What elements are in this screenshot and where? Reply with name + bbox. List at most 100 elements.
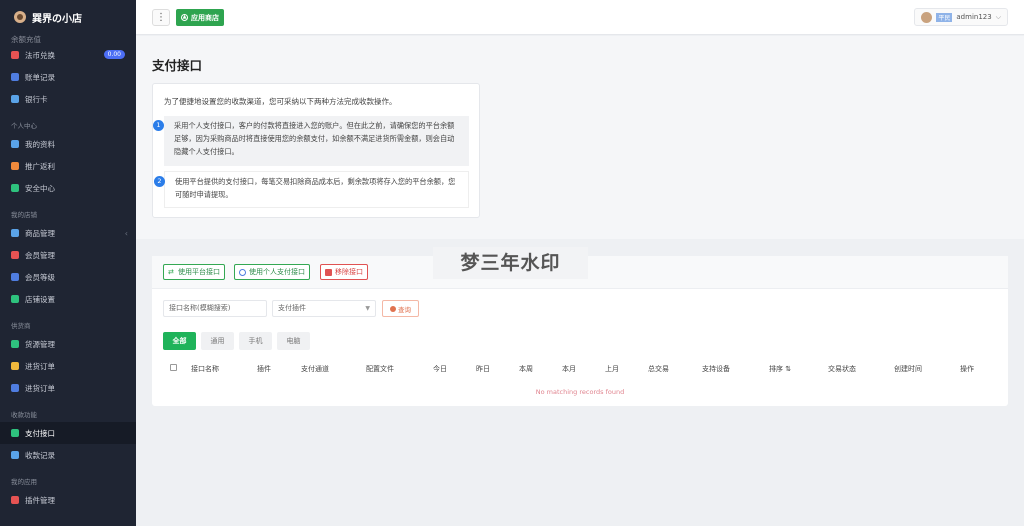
nav-icon: [11, 451, 19, 459]
col-sort[interactable]: 排序 ⇅: [769, 364, 791, 374]
nav-icon: [11, 229, 19, 237]
chevron-left-icon: ‹: [124, 228, 128, 238]
remove-button[interactable]: 移除接口: [320, 264, 368, 280]
sidebar-item-label: 插件管理: [25, 495, 55, 505]
col-name[interactable]: 接口名称: [191, 364, 219, 374]
use-platform-button[interactable]: ⇄ 使用平台接口: [163, 264, 225, 280]
col-plugin[interactable]: 插件: [257, 364, 271, 374]
table-header: 接口名称 插件 支付通道 配置文件 今日 昨日 本周 本月 上月 总交易 支持设…: [152, 359, 1008, 377]
sidebar-section-title: 我的应用: [11, 478, 37, 486]
switch-icon: ⇄: [168, 267, 174, 276]
store-icon: ▲: [181, 14, 188, 21]
col-actions[interactable]: 操作: [960, 364, 974, 374]
watermark: 梦三年水印: [433, 247, 588, 279]
chevron-down-icon: ▼: [365, 305, 370, 312]
nav-icon: [11, 162, 19, 170]
sidebar: 巽界の小店 余额充值 法币兑换 0.00 账单记录 银行卡 个人中心 我的资料 推广返利 安全中…: [0, 0, 136, 526]
tab-desktop[interactable]: 电脑: [277, 332, 310, 350]
sidebar-item-top-1[interactable]: 账单记录: [0, 66, 136, 88]
sidebar-item-label: 银行卡: [25, 94, 48, 104]
tab-all[interactable]: 全部: [163, 332, 196, 350]
sidebar-item-partial[interactable]: 余额充值: [0, 34, 136, 44]
nav-icon: [11, 429, 19, 437]
col-today[interactable]: 今日: [433, 364, 447, 374]
col-created[interactable]: 创建时间: [894, 364, 922, 374]
sidebar-item-label: 我的资料: [25, 139, 55, 149]
sidebar-item-top-0[interactable]: 法币兑换 0.00: [0, 44, 136, 66]
sidebar-item-label: 推广返利: [25, 161, 55, 171]
sidebar-item-label: 余额充值: [11, 34, 41, 44]
sidebar-item-4-0[interactable]: 插件管理: [0, 489, 136, 511]
sidebar-item-label: 商品管理: [25, 228, 55, 238]
col-yesterday[interactable]: 昨日: [476, 364, 490, 374]
sidebar-item-top-2[interactable]: 银行卡: [0, 88, 136, 110]
step-platform: 2 使用平台提供的支付接口，每笔交易扣除商品成本后，剩余款项将存入您的平台余额，…: [154, 171, 469, 208]
nav-icon: [11, 140, 19, 148]
sidebar-item-label: 会员等级: [25, 272, 55, 282]
nav-icon: [11, 95, 19, 103]
app-store-button[interactable]: ▲ 应用商店: [176, 9, 224, 26]
empty-state: No matching records found: [535, 388, 625, 396]
search-input[interactable]: 接口名称(模糊搜索): [163, 300, 267, 317]
sidebar-item-0-2[interactable]: 安全中心: [0, 177, 136, 199]
brand[interactable]: 巽界の小店: [0, 0, 136, 34]
col-week[interactable]: 本周: [519, 364, 533, 374]
sidebar-item-1-2[interactable]: 会员等级: [0, 266, 136, 288]
select-all-checkbox[interactable]: [170, 364, 177, 371]
nav-icon: [11, 184, 19, 192]
info-intro: 为了便捷地设置您的收款渠道，您可采纳以下两种方法完成收款操作。: [164, 97, 397, 106]
tab-general[interactable]: 通用: [201, 332, 234, 350]
sidebar-nav: 余额充值 法币兑换 0.00 账单记录 银行卡 个人中心 我的资料 推广返利 安全中心 我的店铺商…: [0, 34, 136, 511]
query-button[interactable]: 查询: [382, 300, 419, 317]
sidebar-item-3-0[interactable]: 支付接口: [0, 422, 136, 444]
nav-icon: [11, 51, 19, 59]
sidebar-item-label: 账单记录: [25, 72, 55, 82]
col-total[interactable]: 总交易: [648, 364, 669, 374]
sidebar-item-2-0[interactable]: 货源管理: [0, 333, 136, 355]
nav-icon: [11, 340, 19, 348]
sidebar-item-label: 会员管理: [25, 250, 55, 260]
sidebar-item-label: 货源管理: [25, 339, 55, 349]
more-menu-button[interactable]: ⋮: [152, 9, 170, 26]
sidebar-section-title: 我的店铺: [11, 211, 37, 219]
col-devices[interactable]: 支持设备: [702, 364, 730, 374]
user-menu[interactable]: 平民 admin123 ⌵: [914, 8, 1008, 26]
nav-icon: [11, 362, 19, 370]
col-config[interactable]: 配置文件: [366, 364, 394, 374]
sidebar-item-2-2[interactable]: 进货订单: [0, 377, 136, 399]
search-icon: [390, 305, 396, 312]
sidebar-item-0-1[interactable]: 推广返利: [0, 155, 136, 177]
use-personal-button[interactable]: 使用个人支付接口: [234, 264, 310, 280]
nav-icon: [11, 273, 19, 281]
username: admin123: [956, 13, 992, 21]
sidebar-item-3-1[interactable]: 收款记录: [0, 444, 136, 466]
sidebar-item-label: 支付接口: [25, 428, 55, 438]
sidebar-item-label: 店铺设置: [25, 294, 55, 304]
sidebar-item-1-0[interactable]: 商品管理 ‹: [0, 222, 136, 244]
sidebar-item-1-1[interactable]: 会员管理: [0, 244, 136, 266]
brand-name: 巽界の小店: [32, 13, 82, 25]
user-circle-icon: [239, 268, 246, 276]
trash-icon: [325, 268, 332, 276]
page-title: 支付接口: [152, 58, 203, 73]
col-status[interactable]: 交易状态: [828, 364, 856, 374]
nav-icon: [11, 251, 19, 259]
sidebar-section-title: 供货商: [11, 322, 31, 330]
info-card: 为了便捷地设置您的收款渠道，您可采纳以下两种方法完成收款操作。 1 采用个人支付…: [152, 83, 480, 218]
sidebar-item-label: 收款记录: [25, 450, 55, 460]
sidebar-item-0-0[interactable]: 我的资料: [0, 133, 136, 155]
nav-icon: [11, 496, 19, 504]
sidebar-item-2-1[interactable]: 进货订单: [0, 355, 136, 377]
sidebar-item-label: 进货订单: [25, 361, 55, 371]
balance-badge: 0.00: [103, 50, 125, 59]
step-text-1: 采用个人支付接口，客户的付款将直接进入您的账户。但在此之前，请确保您的平台余额足…: [174, 121, 455, 156]
brand-logo-icon: [14, 11, 26, 23]
plugin-select[interactable]: 支付插件 ▼: [272, 300, 376, 317]
sidebar-item-1-3[interactable]: 店铺设置: [0, 288, 136, 310]
chevron-down-icon: ⌵: [995, 12, 1001, 21]
col-last-month[interactable]: 上月: [605, 364, 619, 374]
step-text-2: 使用平台提供的支付接口，每笔交易扣除商品成本后，剩余款项将存入您的平台余额，您可…: [175, 177, 456, 199]
tab-mobile[interactable]: 手机: [239, 332, 272, 350]
col-month[interactable]: 本月: [562, 364, 576, 374]
col-channel[interactable]: 支付通道: [301, 364, 329, 374]
